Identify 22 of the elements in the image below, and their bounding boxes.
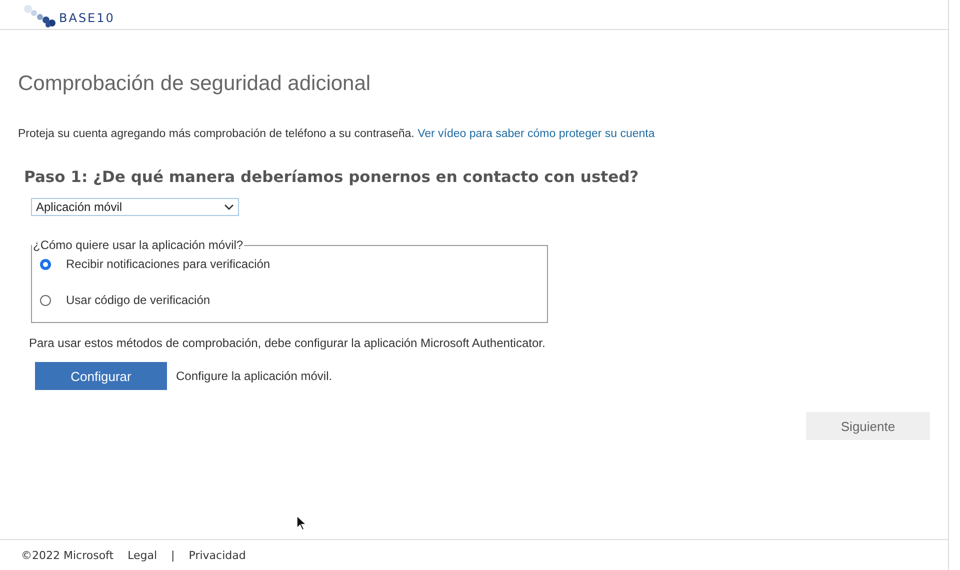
video-link[interactable]: Ver vídeo para saber cómo proteger su cuenta bbox=[418, 128, 655, 140]
chevron-down-icon bbox=[224, 204, 234, 210]
mouse-cursor-icon bbox=[296, 515, 306, 531]
setup-hint: Configure la aplicación móvil. bbox=[176, 369, 332, 383]
setup-note: Para usar estos métodos de comprobación, debe configurar la aplicación Microsoft Authenticator. bbox=[29, 336, 546, 350]
page-title: Comprobación de seguridad adicional bbox=[18, 72, 372, 96]
group-legend: ¿Cómo quiere usar la aplicación móvil? bbox=[32, 238, 244, 252]
step-heading: Paso 1: ¿De qué manera deberíamos ponernos en contacto con usted? bbox=[24, 168, 640, 186]
footer-link[interactable]: Privacidad bbox=[188, 548, 246, 562]
separator-text: | bbox=[171, 548, 175, 562]
contact-method-dropdown[interactable]: Aplicación móvil bbox=[31, 198, 239, 216]
radio-button[interactable] bbox=[40, 294, 51, 306]
option-label: Usar código de verificación bbox=[66, 293, 210, 307]
radio-button[interactable] bbox=[40, 258, 51, 270]
logo-text: BASE10 bbox=[59, 10, 115, 24]
footer-link[interactable]: Legal bbox=[128, 548, 158, 562]
next-button[interactable]: Siguiente bbox=[806, 412, 930, 440]
configure-button[interactable]: Configurar bbox=[35, 362, 167, 390]
logo-icon bbox=[22, 4, 58, 28]
intro-text: Proteja su cuenta agregando más comprobación de teléfono a su contraseña. Ver vídeo para saber cómo proteger su cuenta bbox=[18, 128, 656, 140]
option-label: Recibir notificaciones para verificación bbox=[66, 257, 270, 271]
copyright-text: ©2022 Microsoft bbox=[21, 548, 114, 562]
